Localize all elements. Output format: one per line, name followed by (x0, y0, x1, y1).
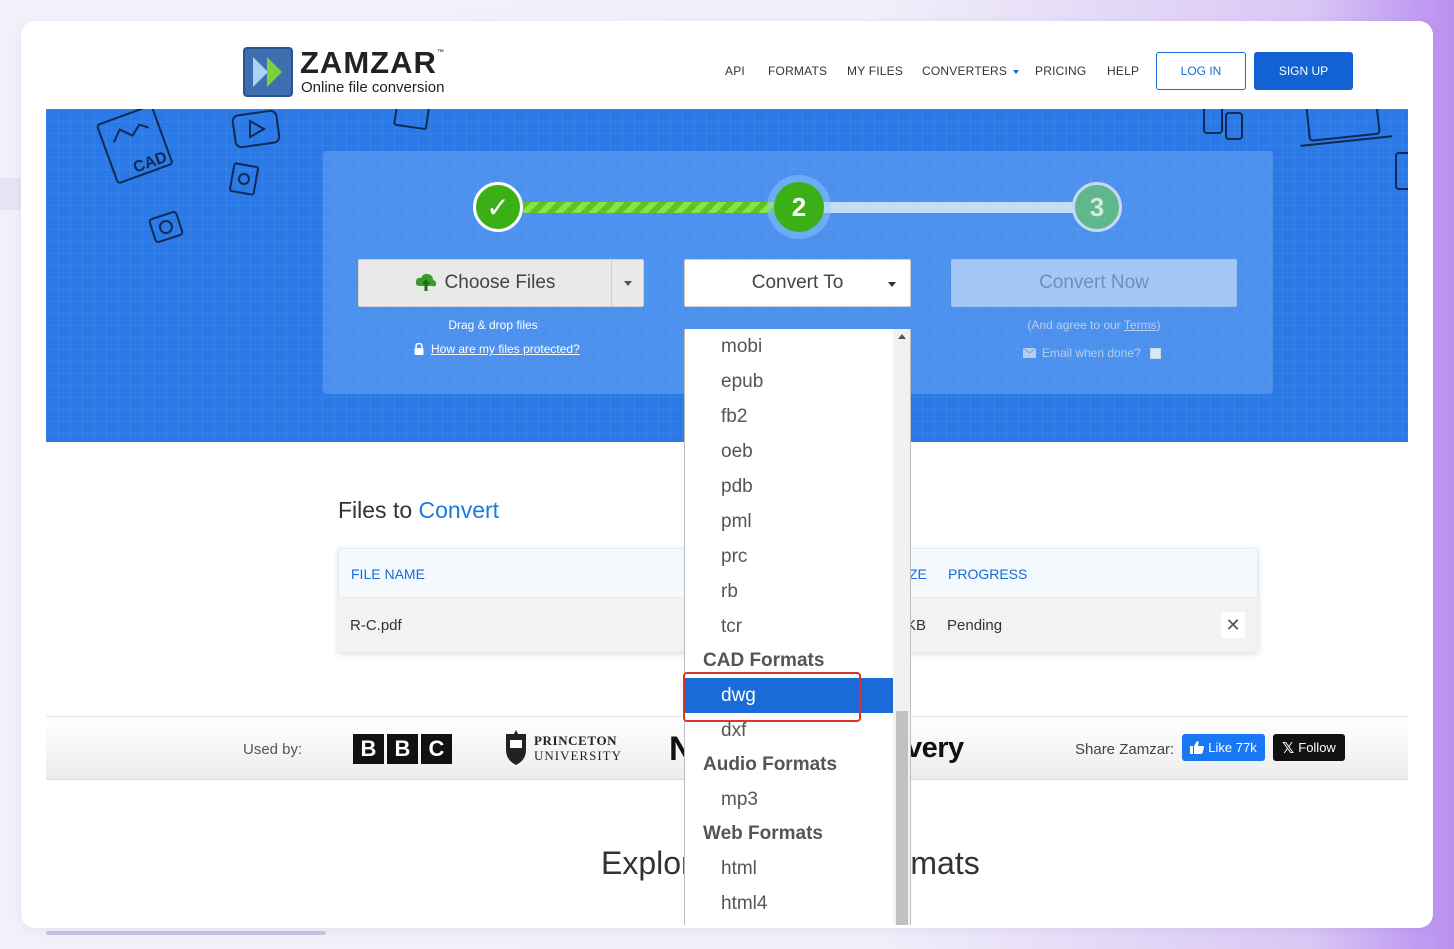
format-option-html4[interactable]: html4 (685, 886, 893, 921)
column-file-name: FILE NAME (351, 566, 425, 582)
nav-formats[interactable]: FORMATS (768, 64, 827, 78)
site-header: ZAMZAR™ Online file conversion API FORMA… (46, 45, 1408, 109)
format-option-tcr[interactable]: tcr (685, 609, 893, 644)
zamzar-page: ZAMZAR™ Online file conversion API FORMA… (46, 45, 1408, 925)
format-option-rb[interactable]: rb (685, 574, 893, 609)
convert-to-select[interactable]: Convert To (684, 259, 911, 307)
convert-to-dropdown-list[interactable]: mobi epub fb2 oeb pdb pml prc rb tcr CAD Formats d… (684, 329, 911, 925)
convert-to-label: Convert To (751, 272, 844, 293)
nav-help[interactable]: HELP (1107, 64, 1139, 78)
camera-icon (148, 211, 184, 243)
partial-logo-right: very (906, 732, 964, 764)
nav-api[interactable]: API (725, 64, 745, 78)
column-progress: PROGRESS (948, 566, 1028, 582)
caret-down-icon (624, 280, 632, 286)
signup-button[interactable]: SIGN UP (1254, 52, 1353, 90)
remove-file-close-icon[interactable]: ✕ (1221, 612, 1245, 638)
email-checkbox[interactable] (1149, 347, 1161, 359)
email-when-done: Email when done? (1023, 346, 1161, 360)
browser-card: ZAMZAR™ Online file conversion API FORMA… (21, 21, 1433, 928)
lock-icon (414, 343, 424, 355)
format-option-fb2[interactable]: fb2 (685, 399, 893, 434)
zamzar-logo-icon[interactable] (243, 47, 293, 97)
chevron-down-icon (1013, 69, 1020, 74)
phone-icon (1395, 152, 1408, 190)
cloud-upload-icon (415, 273, 436, 291)
option-group-label: Audio Formats (703, 754, 838, 775)
option-group-label: Web Formats (703, 823, 824, 844)
share-label: Share Zamzar: (1075, 741, 1175, 758)
devices-icon (1203, 109, 1243, 140)
choose-files-main[interactable]: Choose Files (359, 260, 611, 306)
file-protection-link[interactable]: How are my files protected? (413, 342, 580, 356)
drag-drop-hint: Drag & drop files (448, 318, 538, 332)
files-to-convert-title: Files to Convert (338, 497, 500, 523)
format-option-prc[interactable]: prc (685, 539, 893, 574)
file-name-cell: R-C.pdf (350, 617, 402, 634)
x-logo-icon: 𝕏 (1282, 739, 1295, 757)
format-option-html[interactable]: html (685, 851, 893, 886)
progress-track-pending (821, 202, 1098, 213)
annotation-highlight-box (683, 672, 861, 722)
login-button[interactable]: LOG IN (1156, 52, 1246, 90)
laptop-icon (1300, 109, 1393, 147)
brand-name[interactable]: ZAMZAR™ (300, 45, 444, 81)
format-options: mobi epub fb2 oeb pdb pml prc rb tcr CAD Formats d… (685, 329, 893, 921)
convert-now-button[interactable]: Convert Now (951, 259, 1237, 307)
princeton-shield-icon (506, 730, 526, 765)
facebook-like-button[interactable]: Like 77k (1182, 734, 1265, 761)
image-file-icon (229, 162, 259, 196)
brand-tagline: Online file conversion (301, 79, 445, 96)
bbc-logo: BBC (353, 734, 452, 764)
terms-link[interactable]: Terms (1124, 318, 1157, 332)
dropdown-scrollbar[interactable] (893, 329, 910, 925)
background-deco-bar (0, 178, 22, 210)
format-option-pml[interactable]: pml (685, 504, 893, 539)
format-option-oeb[interactable]: oeb (685, 434, 893, 469)
used-by-label: Used by: (243, 741, 303, 758)
princeton-logo: PRINCETON UNIVERSITY (504, 730, 622, 766)
video-icon (231, 109, 281, 149)
mail-icon (1023, 348, 1036, 358)
step-1-done-checkmark-icon: ✓ (473, 182, 523, 232)
cad-file-icon: CAD (96, 109, 173, 184)
scrollbar-thumb[interactable] (896, 711, 908, 925)
step-3-pending: 3 (1072, 182, 1122, 232)
scroll-up-arrow-icon[interactable] (898, 334, 906, 339)
nav-converters[interactable]: CONVERTERS (922, 64, 1020, 78)
column-size: ZE (909, 566, 927, 582)
format-option-pdb[interactable]: pdb (685, 469, 893, 504)
photo-icon (393, 109, 431, 130)
nav-pricing[interactable]: PRICING (1035, 64, 1086, 78)
terms-agreement: (And agree to our Terms) (1027, 318, 1161, 332)
nav-my-files[interactable]: MY FILES (847, 64, 903, 78)
background-deco-line (46, 931, 326, 935)
format-option-mobi[interactable]: mobi (685, 329, 893, 364)
caret-down-icon (888, 282, 896, 287)
x-follow-button[interactable]: 𝕏 Follow (1273, 734, 1345, 761)
thumbs-up-icon (1190, 741, 1205, 754)
step-2-active: 2 (774, 182, 824, 232)
choose-files-dropdown-toggle[interactable] (611, 260, 644, 306)
format-option-mp3[interactable]: mp3 (685, 782, 893, 817)
format-option-epub[interactable]: epub (685, 364, 893, 399)
progress-cell: Pending (947, 617, 1003, 634)
choose-files-button[interactable]: Choose Files (358, 259, 644, 307)
progress-track-complete (523, 202, 798, 213)
choose-files-label: Choose Files (444, 272, 556, 293)
